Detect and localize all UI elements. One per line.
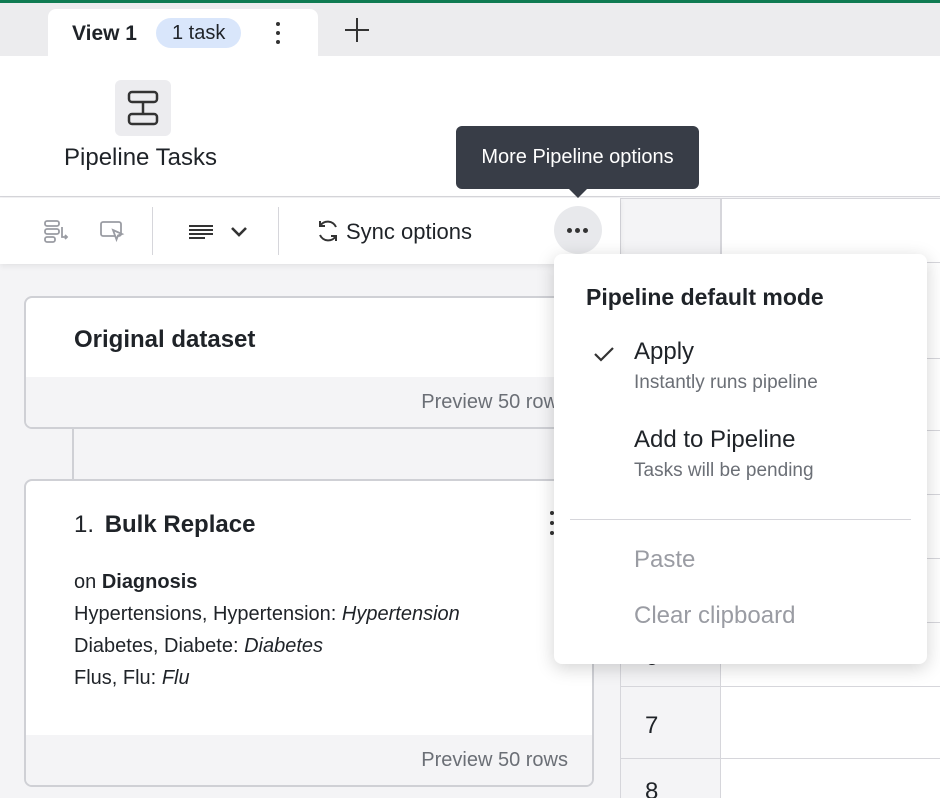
preview-rows-link[interactable]: Preview 50 rows xyxy=(421,391,568,414)
rule-to: Diabetes xyxy=(244,635,324,657)
pipeline-icon xyxy=(115,80,171,136)
menu-item-clear-clipboard[interactable]: Clear clipboard xyxy=(634,602,795,630)
rule-to: Flu xyxy=(161,667,190,689)
sync-options-label: Sync options xyxy=(346,219,472,244)
row-number: 8 xyxy=(645,778,659,798)
on-prefix: on xyxy=(74,571,97,593)
menu-divider xyxy=(570,519,911,520)
menu-option-label: Apply xyxy=(634,338,695,365)
more-pipeline-options-button[interactable] xyxy=(554,206,602,254)
sync-options-button[interactable]: Sync options xyxy=(314,217,472,245)
add-tab-icon[interactable] xyxy=(342,15,372,45)
rule-from: Diabetes, Diabete: xyxy=(74,635,239,657)
task-number: 1. xyxy=(74,511,95,538)
row-number: 7 xyxy=(645,712,659,739)
task-list-icon[interactable] xyxy=(42,217,70,245)
tab-view-1[interactable]: View 1 1 task xyxy=(48,9,318,56)
rule-from: Hypertensions, Hypertension: xyxy=(74,603,337,625)
checkmark-icon xyxy=(594,347,614,362)
text-align-icon[interactable] xyxy=(188,217,216,245)
pipeline-toolbar: Sync options xyxy=(0,198,620,264)
rule-to: Hypertension xyxy=(341,603,460,625)
menu-item-paste[interactable]: Paste xyxy=(634,546,695,574)
page-title: Pipeline Tasks xyxy=(64,144,217,171)
card-footer: Preview 50 rows xyxy=(26,377,592,427)
card-title: Bulk Replace xyxy=(104,511,256,538)
sync-icon xyxy=(319,220,337,242)
tab-kebab-icon[interactable] xyxy=(268,18,288,48)
menu-option-desc: Tasks will be pending xyxy=(634,460,814,481)
menu-item-apply[interactable]: Apply Instantly runs pipeline xyxy=(554,332,927,410)
column-name: Diagnosis xyxy=(101,571,198,593)
more-options-tooltip: More Pipeline options xyxy=(456,126,699,198)
chevron-down-icon[interactable] xyxy=(226,217,254,245)
menu-option-desc: Instantly runs pipeline xyxy=(634,372,818,393)
card-footer: Preview 50 rows xyxy=(26,735,592,785)
preview-rows-link[interactable]: Preview 50 rows xyxy=(421,749,568,772)
pipeline-connector xyxy=(72,428,74,480)
task-count-badge: 1 task xyxy=(156,18,242,48)
original-dataset-card[interactable]: Original dataset Preview 50 rows xyxy=(24,296,594,429)
view-tab-bar: View 1 1 task xyxy=(0,3,940,56)
select-cursor-icon[interactable] xyxy=(98,217,126,245)
pipeline-options-menu: Pipeline default mode Apply Instantly ru… xyxy=(554,254,927,664)
rule-from: Flus, Flu: xyxy=(74,667,157,689)
tab-title: View 1 xyxy=(72,22,137,45)
card-title: Original dataset xyxy=(74,326,256,353)
bulk-replace-card[interactable]: 1. Bulk Replace on Diagnosis Hypertensio… xyxy=(24,479,594,787)
menu-option-label: Add to Pipeline xyxy=(634,426,796,453)
menu-heading: Pipeline default mode xyxy=(586,284,824,310)
menu-item-add-to-pipeline[interactable]: Add to Pipeline Tasks will be pending xyxy=(554,420,927,498)
